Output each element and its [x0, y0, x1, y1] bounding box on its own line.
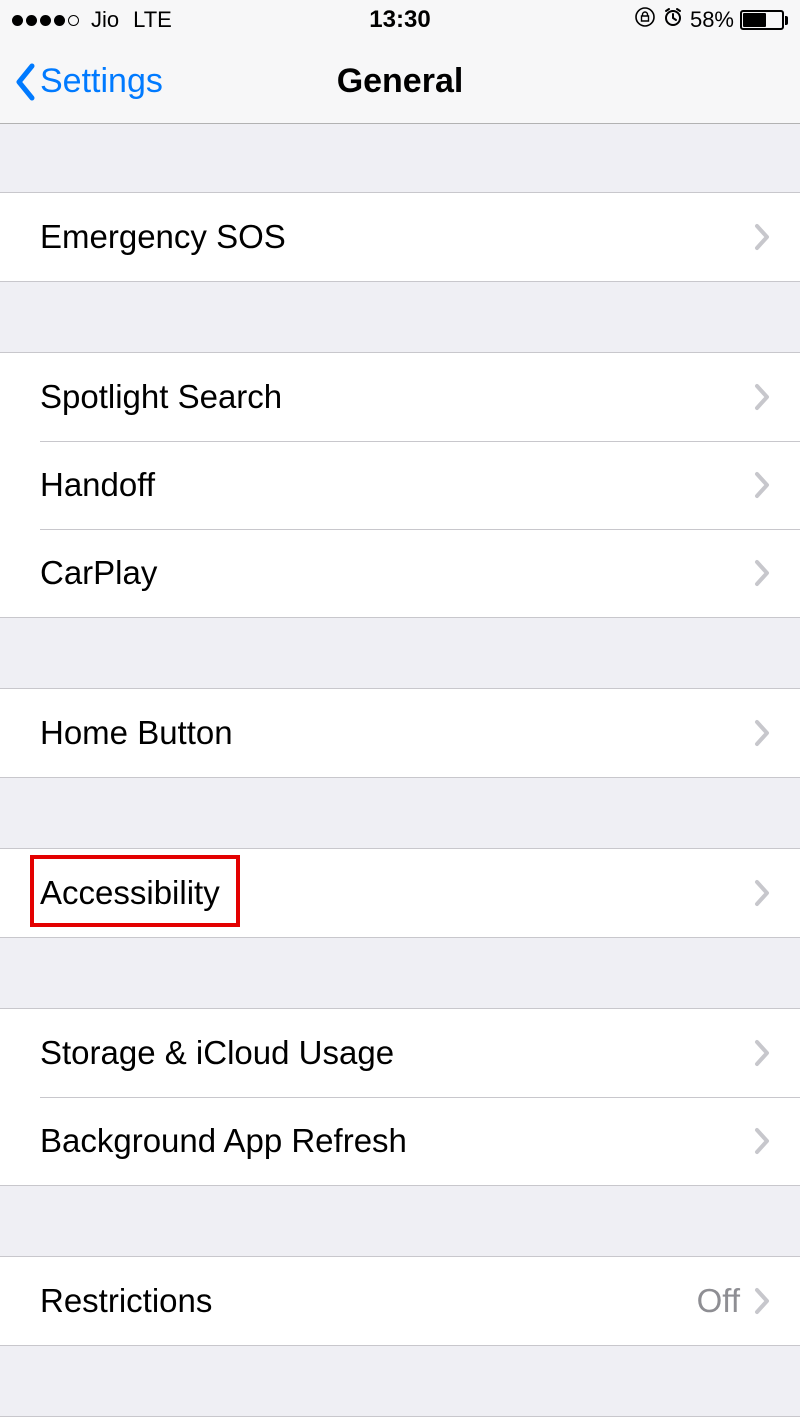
chevron-left-icon [14, 63, 36, 101]
chevron-right-icon [754, 471, 770, 499]
chevron-right-icon [754, 559, 770, 587]
battery-icon [740, 10, 788, 30]
chevron-right-icon [754, 879, 770, 907]
group-spacer [0, 282, 800, 352]
carrier-label: Jio [91, 7, 119, 33]
settings-group: Home Button [0, 688, 800, 778]
row-accessibility[interactable]: Accessibility [0, 849, 800, 937]
orientation-lock-icon [634, 6, 656, 34]
chevron-right-icon [754, 1287, 770, 1315]
group-spacer [0, 124, 800, 192]
group-spacer [0, 1346, 800, 1416]
chevron-right-icon [754, 383, 770, 411]
row-label: Handoff [40, 466, 754, 504]
row-value: Off [697, 1282, 740, 1320]
row-label: Background App Refresh [40, 1122, 754, 1160]
status-bar: Jio LTE 13:30 58% [0, 0, 800, 40]
alarm-icon [662, 6, 684, 34]
status-right: 58% [634, 6, 788, 34]
group-spacer [0, 618, 800, 688]
chevron-right-icon [754, 223, 770, 251]
row-label: CarPlay [40, 554, 754, 592]
chevron-right-icon [754, 1039, 770, 1067]
settings-group: Date & Time [0, 1416, 800, 1422]
group-spacer [0, 1186, 800, 1256]
group-spacer [0, 778, 800, 848]
content: Emergency SOS Spotlight Search Handoff C… [0, 124, 800, 1422]
settings-group: Accessibility [0, 848, 800, 938]
row-background-app-refresh[interactable]: Background App Refresh [0, 1097, 800, 1185]
row-storage-icloud-usage[interactable]: Storage & iCloud Usage [0, 1009, 800, 1097]
chevron-right-icon [754, 719, 770, 747]
row-label: Accessibility [40, 874, 754, 912]
row-carplay[interactable]: CarPlay [0, 529, 800, 617]
row-home-button[interactable]: Home Button [0, 689, 800, 777]
row-restrictions[interactable]: Restrictions Off [0, 1257, 800, 1345]
row-spotlight-search[interactable]: Spotlight Search [0, 353, 800, 441]
row-date-time[interactable]: Date & Time [0, 1417, 800, 1422]
settings-group: Spotlight Search Handoff CarPlay [0, 352, 800, 618]
status-time: 13:30 [369, 6, 430, 34]
back-label: Settings [40, 62, 163, 101]
row-label: Restrictions [40, 1282, 697, 1320]
row-handoff[interactable]: Handoff [0, 441, 800, 529]
settings-group: Emergency SOS [0, 192, 800, 282]
group-spacer [0, 938, 800, 1008]
back-button[interactable]: Settings [14, 62, 163, 101]
row-emergency-sos[interactable]: Emergency SOS [0, 193, 800, 281]
status-left: Jio LTE [12, 7, 172, 33]
settings-group: Restrictions Off [0, 1256, 800, 1346]
row-label: Emergency SOS [40, 218, 754, 256]
row-label: Home Button [40, 714, 754, 752]
row-label: Storage & iCloud Usage [40, 1034, 754, 1072]
battery-percent: 58% [690, 7, 734, 33]
network-label: LTE [133, 7, 172, 33]
settings-group: Storage & iCloud Usage Background App Re… [0, 1008, 800, 1186]
chevron-right-icon [754, 1127, 770, 1155]
signal-strength-icon [12, 15, 79, 26]
row-label: Spotlight Search [40, 378, 754, 416]
nav-bar: Settings General [0, 40, 800, 124]
page-title: General [337, 62, 464, 101]
